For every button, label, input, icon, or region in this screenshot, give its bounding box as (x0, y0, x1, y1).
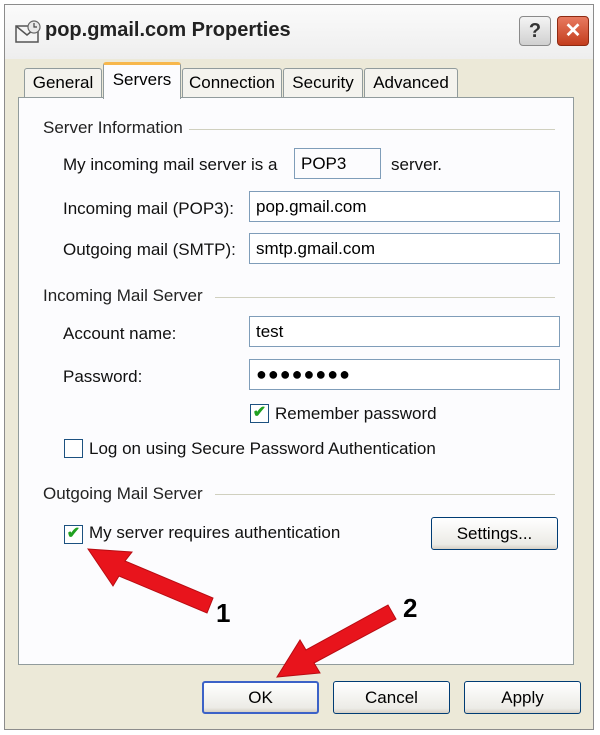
group-divider (189, 129, 555, 130)
group-divider (215, 297, 555, 298)
servers-panel: Server Information My incoming mail serv… (18, 97, 574, 665)
outgoing-mail-label: Outgoing mail (SMTP): (63, 240, 236, 259)
settings-button[interactable]: Settings... (431, 517, 558, 550)
account-name-label: Account name: (63, 324, 177, 343)
cancel-button[interactable]: Cancel (333, 681, 450, 714)
remember-password-checkbox[interactable]: ✔ (250, 404, 269, 423)
title-bar[interactable]: pop.gmail.com Properties ? ✕ (5, 5, 593, 59)
close-button[interactable]: ✕ (557, 16, 589, 46)
step-2-label: 2 (403, 593, 418, 623)
outgoing-mail-server-group-label: Outgoing Mail Server (43, 484, 203, 503)
incoming-type-suffix: server. (391, 155, 443, 174)
spa-label: Log on using Secure Password Authenticat… (89, 439, 436, 458)
tab-connection[interactable]: Connection (182, 68, 282, 98)
password-label: Password: (63, 367, 143, 386)
incoming-type-value: POP3 (294, 148, 381, 179)
step-1-label: 1 (216, 598, 231, 628)
outgoing-mail-input[interactable]: smtp.gmail.com (249, 233, 560, 264)
account-name-input[interactable]: test (249, 316, 560, 347)
tab-general[interactable]: General (24, 68, 102, 98)
group-divider (215, 494, 555, 495)
mail-account-icon (15, 20, 41, 43)
help-button[interactable]: ? (519, 16, 551, 46)
apply-button[interactable]: Apply (464, 681, 581, 714)
password-input[interactable]: ●●●●●●●● (249, 359, 560, 390)
remember-password-label: Remember password (275, 404, 437, 423)
incoming-mail-label: Incoming mail (POP3): (63, 199, 234, 218)
incoming-mail-server-group-label: Incoming Mail Server (43, 286, 203, 305)
tab-servers[interactable]: Servers (103, 62, 181, 99)
server-information-group-label: Server Information (43, 118, 183, 137)
requires-authentication-checkbox[interactable]: ✔ (64, 525, 83, 544)
incoming-mail-input[interactable]: pop.gmail.com (249, 191, 560, 222)
requires-authentication-label: My server requires authentication (89, 523, 341, 542)
tab-advanced[interactable]: Advanced (364, 68, 458, 98)
spa-checkbox[interactable] (64, 439, 83, 458)
ok-button[interactable]: OK (202, 681, 319, 714)
window-title: pop.gmail.com Properties (45, 19, 291, 41)
incoming-type-prefix: My incoming mail server is a (63, 155, 278, 174)
tab-security[interactable]: Security (283, 68, 363, 98)
